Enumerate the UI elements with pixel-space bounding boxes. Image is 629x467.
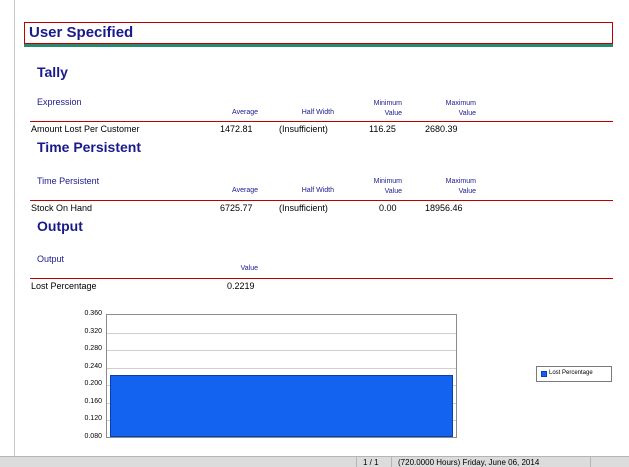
chart-bar-lost-percentage: [110, 375, 453, 437]
time-persistent-row-name: Stock On Hand: [31, 203, 93, 213]
y-tick-label: 0.360: [84, 310, 102, 317]
time-persistent-header-rule: [30, 200, 613, 201]
legend-label: Lost Percentage: [549, 370, 593, 376]
y-tick-label: 0.320: [84, 327, 102, 335]
column-header-maximum: Maximum Value: [432, 99, 476, 119]
legend-swatch: [541, 371, 547, 377]
column-header-output: Output: [37, 254, 65, 264]
column-header-maximum-line1: Maximum: [445, 178, 476, 185]
time-persistent-row-maximum: 18956.46: [425, 203, 463, 213]
status-divider: [590, 457, 591, 467]
tally-header-rule: [30, 121, 613, 122]
output-row-name: Lost Percentage: [31, 281, 97, 291]
report-title: User Specified: [29, 24, 134, 41]
tally-row-name: Amount Lost Per Customer: [31, 124, 140, 134]
chart-gridline: [107, 367, 456, 369]
status-divider: [356, 457, 357, 467]
column-header-minimum: Minimum Value: [360, 177, 402, 197]
status-bar: 1 / 1 (720.0000 Hours) Friday, June 06, …: [0, 456, 629, 467]
time-persistent-row-average: 6725.77: [220, 203, 253, 213]
chart-plot-area: [106, 314, 457, 438]
column-header-average: Average: [232, 109, 258, 116]
column-header-minimum-line1: Minimum: [373, 178, 402, 185]
status-page: 1 / 1: [363, 458, 379, 467]
output-row-value: 0.2219: [227, 281, 255, 291]
tally-row-minimum: 116.25: [369, 124, 396, 134]
section-title-time-persistent: Time Persistent: [37, 139, 142, 155]
column-header-value: Value: [240, 265, 258, 272]
section-title-tally: Tally: [37, 64, 68, 80]
time-persistent-row-minimum: 0.00: [379, 203, 397, 213]
status-divider: [391, 457, 392, 467]
tally-row-maximum: 2680.39: [425, 124, 458, 134]
y-tick-label: 0.280: [84, 345, 102, 353]
column-header-half-width: Half Width: [301, 187, 334, 194]
tally-row-half-width: (Insufficient): [279, 124, 328, 134]
header-divider: [24, 44, 613, 47]
chart-gridline: [107, 332, 456, 334]
column-header-maximum: Maximum Value: [432, 177, 476, 197]
report-header: User Specified: [24, 22, 613, 44]
tally-row-average: 1472.81: [220, 124, 253, 134]
y-tick-label: 0.120: [84, 415, 102, 423]
output-header-rule: [30, 278, 613, 279]
lost-percentage-chart: Lost Percentage 0.360 0.320 0.280 0.240 0.20…: [30, 306, 613, 442]
column-header-expression: Expression: [37, 97, 82, 107]
chart-gridline: [107, 350, 456, 352]
status-info: (720.0000 Hours) Friday, June 06, 2014: [398, 458, 540, 467]
column-header-minimum: Minimum Value: [360, 99, 402, 119]
chart-legend: Lost Percentage: [536, 366, 612, 382]
column-header-average: Average: [232, 187, 258, 194]
y-tick-label: 0.160: [84, 397, 102, 405]
section-title-output: Output: [37, 218, 83, 234]
y-tick-label: 0.240: [84, 362, 102, 370]
column-header-maximum-line1: Maximum: [445, 100, 476, 107]
y-tick-label: 0.200: [84, 380, 102, 388]
y-tick-label: 0.080: [84, 433, 102, 440]
column-header-maximum-line2: Value: [458, 188, 476, 195]
column-header-minimum-line1: Minimum: [373, 100, 402, 107]
column-header-half-width: Half Width: [301, 109, 334, 116]
column-header-minimum-line2: Value: [384, 188, 402, 195]
column-header-minimum-line2: Value: [384, 110, 402, 117]
column-header-maximum-line2: Value: [458, 110, 476, 117]
column-header-time-persistent: Time Persistent: [37, 176, 100, 186]
time-persistent-row-half-width: (Insufficient): [279, 203, 328, 213]
